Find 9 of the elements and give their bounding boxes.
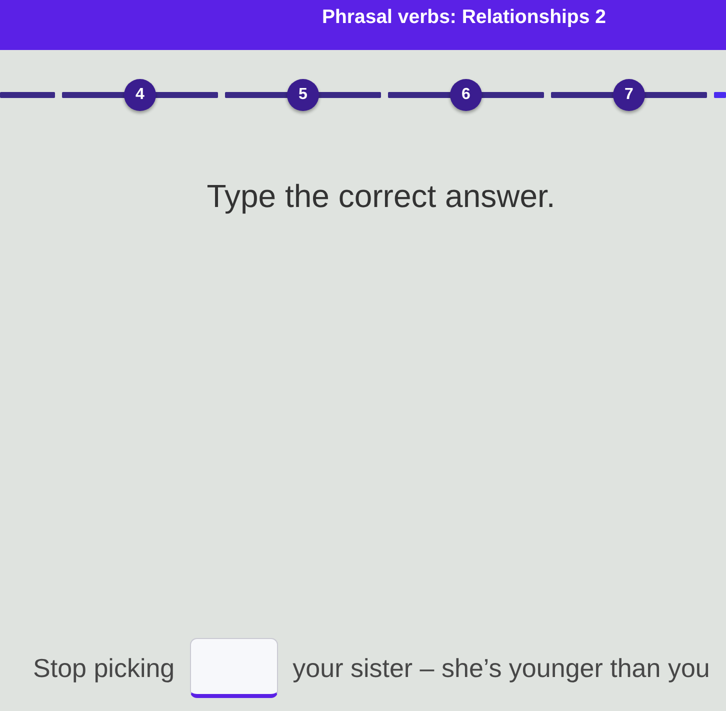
step-number: 5 bbox=[287, 79, 319, 111]
step-number: 4 bbox=[124, 79, 156, 111]
sentence-text: your sister – she’s younger than you bbox=[292, 652, 710, 684]
step-number: 6 bbox=[450, 79, 482, 111]
answer-box[interactable] bbox=[190, 638, 278, 698]
sentence-text: Stop picking bbox=[33, 652, 175, 684]
page-title: Phrasal verbs: Relationships 2 bbox=[322, 5, 606, 29]
instruction-text: Type the correct answer. bbox=[206, 177, 556, 215]
step-number: 7 bbox=[613, 79, 645, 111]
